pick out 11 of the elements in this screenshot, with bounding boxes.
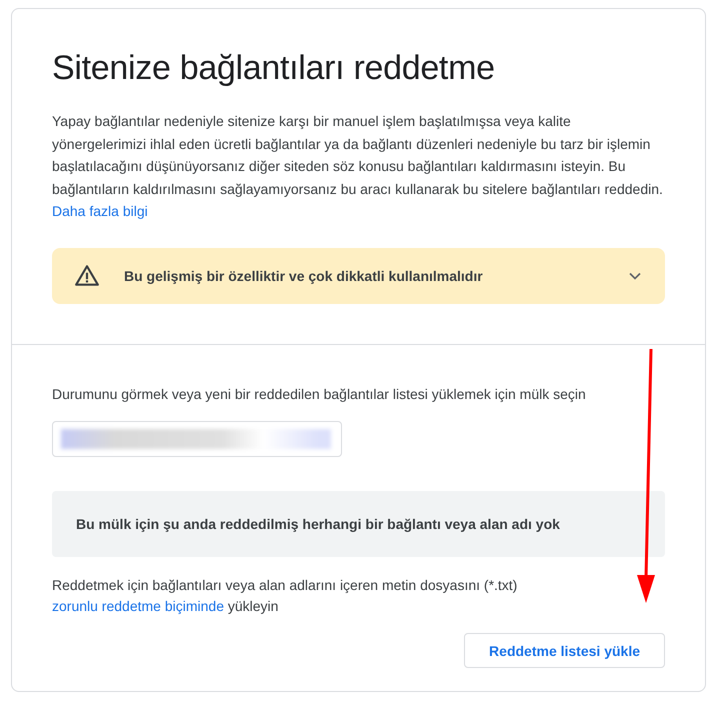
page-title: Sitenize bağlantıları reddetme [52, 49, 496, 88]
learn-more-link[interactable]: Daha fazla bilgi [52, 203, 148, 219]
property-select[interactable] [52, 421, 342, 457]
status-message: Bu mülk için şu anda reddedilmiş herhangi bir bağlantı veya alan adı yok [76, 516, 560, 532]
property-prompt: Durumunu görmek veya yeni bir reddedilen bağlantılar listesi yüklemek için mülk seçin [52, 384, 587, 404]
warning-text: Bu gelişmiş bir özelliktir ve çok dikkatli kullanılmalıdır [124, 268, 484, 284]
upload-button[interactable]: Reddetme listesi yükle [464, 633, 665, 668]
warning-banner[interactable]: Bu gelişmiş bir özelliktir ve çok dikkatli kullanılmalıdır [52, 248, 665, 304]
format-link[interactable]: zorunlu reddetme biçiminde [52, 598, 224, 614]
warning-icon [74, 262, 100, 288]
intro-paragraph: Yapay bağlantılar nedeniyle sitenize karşı bir manuel işlem başlatılmışsa veya kalite yönergelerimizi ihlal eden ücretli bağlantılar ya da bağlantı düzenleri nedeniyle bu tarz bir işlemin başlatılacağını düşünüyorsanız diğer siteden söz konusu bağlantıları kaldırmasını isteyin. Bu bağlantıların kaldırılmasını sağlayamıyorsanız bu aracı kullanarak bu sitelere bağlantıları reddedin. Daha fazla bilgi [52, 112, 664, 221]
